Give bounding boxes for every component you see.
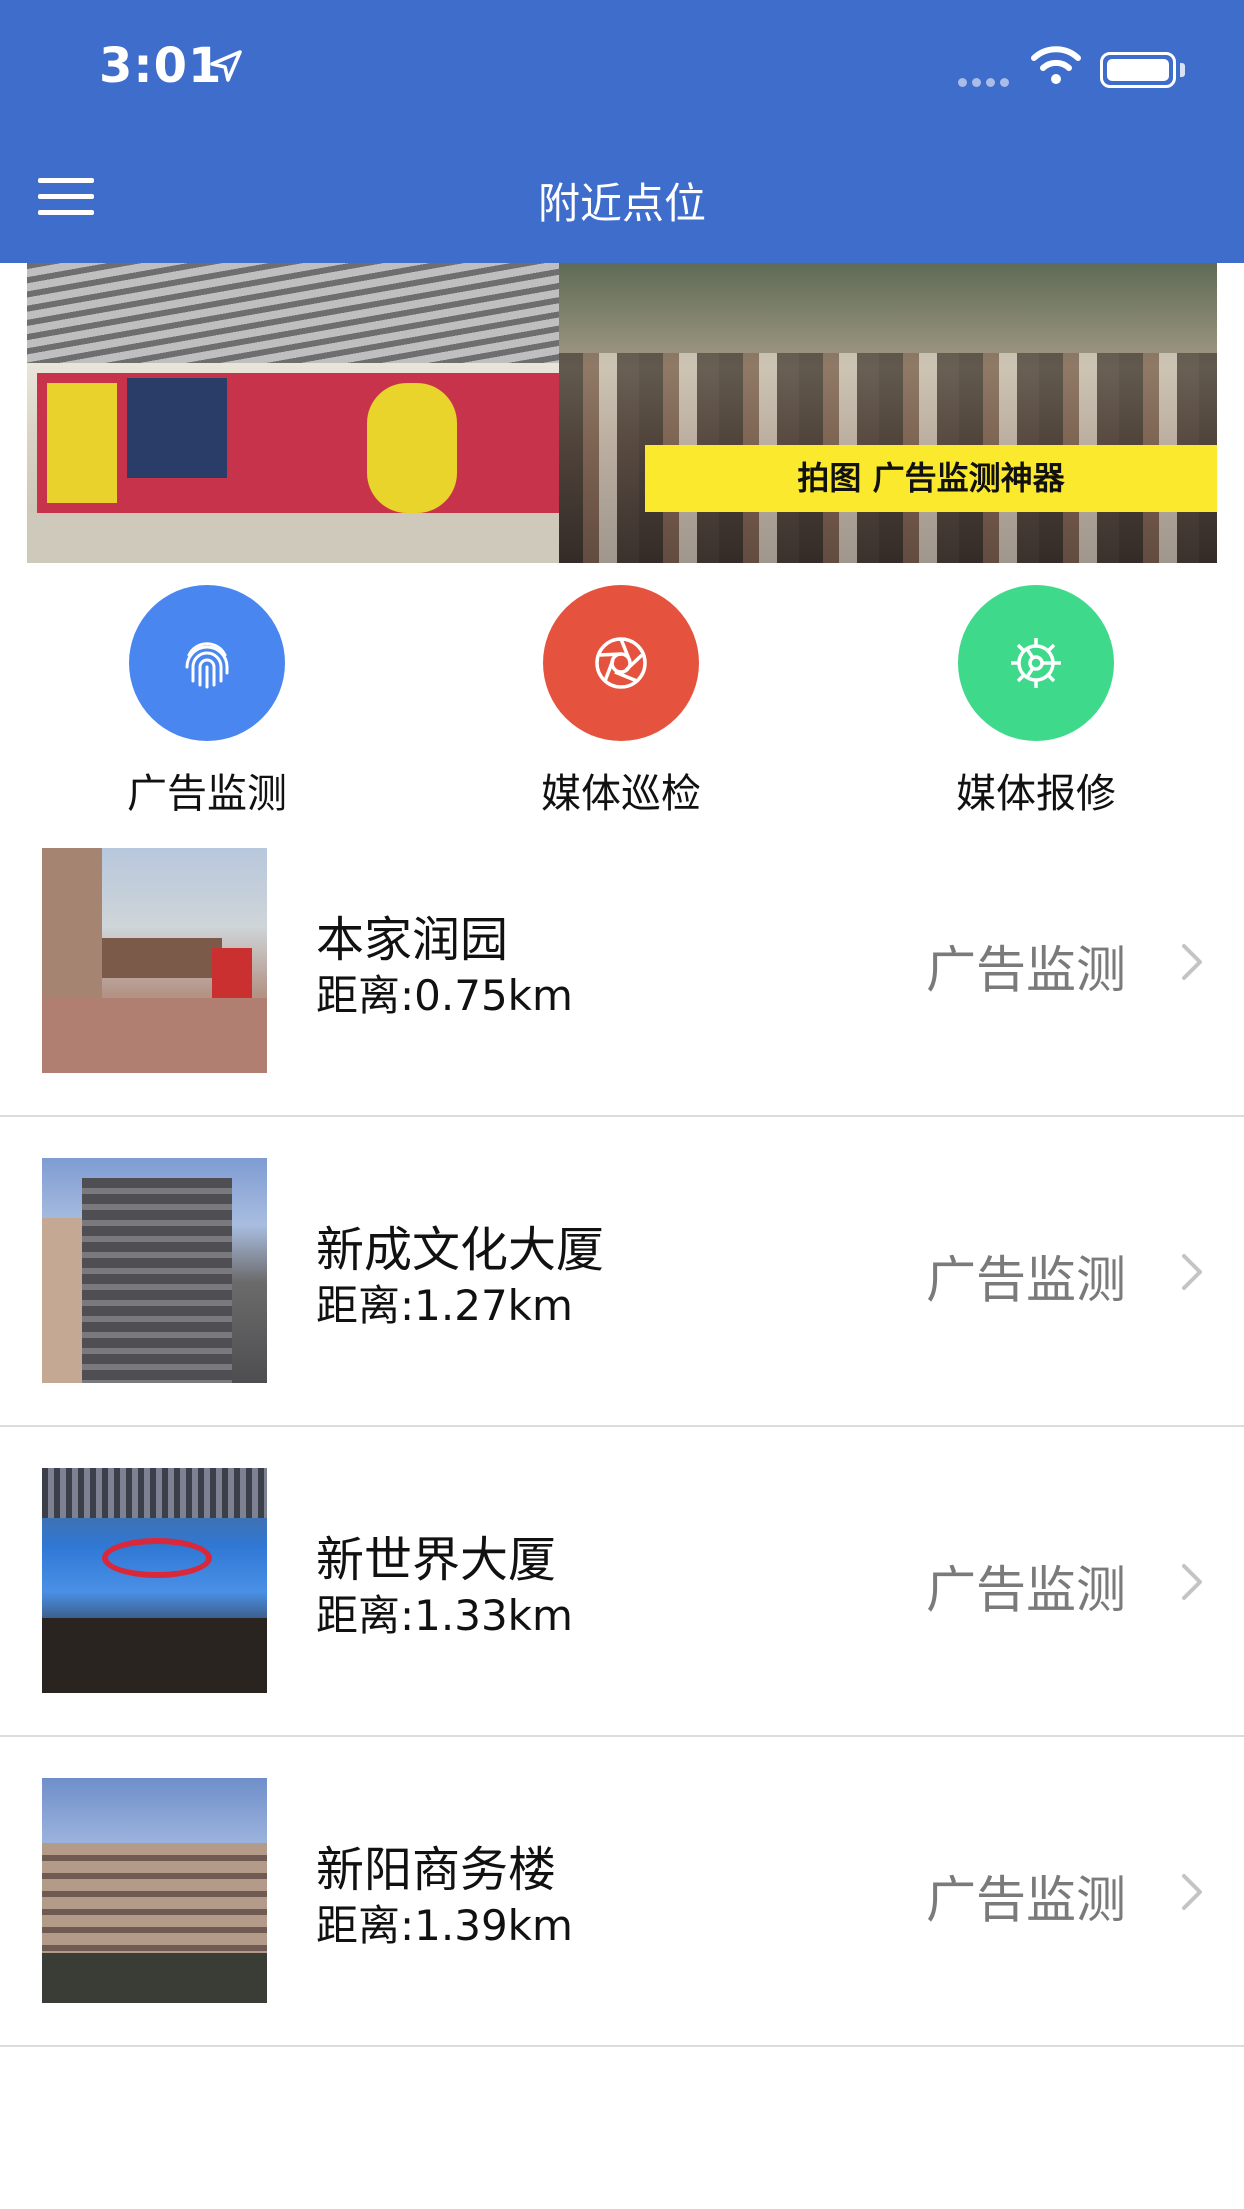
banner-photo-subway-ad bbox=[27, 263, 567, 563]
promo-banner[interactable]: 拍图 广告监测神器 bbox=[27, 263, 1217, 563]
status-time: 3:01 bbox=[99, 38, 223, 94]
location-action-label: 广告监测 bbox=[926, 1871, 1126, 1929]
location-name: 新阳商务楼 bbox=[316, 1842, 557, 1898]
quick-action-circle bbox=[958, 585, 1114, 741]
page-title: 附近点位 bbox=[537, 179, 706, 228]
quick-action-label: 媒体报修 bbox=[956, 771, 1116, 817]
list-item[interactable]: 新成文化大厦 距离:1.27km 广告监测 bbox=[0, 1158, 1244, 1468]
location-name: 新世界大厦 bbox=[316, 1532, 557, 1588]
aperture-icon bbox=[595, 637, 647, 689]
location-distance: 距离:1.33km bbox=[316, 1591, 573, 1640]
top-bar: 3:01 附近点位 bbox=[0, 0, 1244, 263]
quick-action-label: 广告监测 bbox=[127, 771, 287, 817]
gear-icon bbox=[1011, 638, 1061, 688]
list-divider bbox=[0, 1735, 1244, 1737]
chevron-right-icon bbox=[1182, 1254, 1202, 1290]
location-action-label: 广告监测 bbox=[926, 941, 1126, 999]
location-distance: 距离:1.27km bbox=[316, 1281, 573, 1330]
location-distance: 距离:1.39km bbox=[316, 1901, 573, 1950]
location-action-label: 广告监测 bbox=[926, 1251, 1126, 1309]
wifi-icon bbox=[1031, 46, 1081, 84]
list-item[interactable]: 本家润园 距离:0.75km 广告监测 bbox=[0, 848, 1244, 1158]
chevron-right-icon bbox=[1182, 944, 1202, 980]
list-divider bbox=[0, 1425, 1244, 1427]
quick-action-label: 媒体巡检 bbox=[541, 771, 701, 817]
chevron-right-icon bbox=[1182, 1874, 1202, 1910]
location-thumbnail bbox=[42, 848, 267, 1073]
location-name: 新成文化大厦 bbox=[316, 1222, 605, 1278]
location-name: 本家润园 bbox=[316, 912, 509, 968]
location-action-label: 广告监测 bbox=[926, 1561, 1126, 1619]
location-thumbnail bbox=[42, 1158, 267, 1383]
quick-action-media-inspection[interactable]: 媒体巡检 bbox=[471, 585, 771, 819]
quick-action-circle bbox=[543, 585, 699, 741]
battery-tip bbox=[1180, 63, 1185, 77]
list-item[interactable]: 新阳商务楼 距离:1.39km 广告监测 bbox=[0, 1778, 1244, 2088]
banner-slogan: 拍图 广告监测神器 bbox=[797, 459, 1065, 497]
battery-icon bbox=[1100, 52, 1176, 88]
list-divider bbox=[0, 1115, 1244, 1117]
quick-action-media-repair[interactable]: 媒体报修 bbox=[886, 585, 1186, 819]
quick-action-circle bbox=[129, 585, 285, 741]
location-thumbnail bbox=[42, 1468, 267, 1693]
location-thumbnail bbox=[42, 1778, 267, 2003]
list-divider bbox=[0, 2045, 1244, 2047]
list-item[interactable]: 新世界大厦 距离:1.33km 广告监测 bbox=[0, 1468, 1244, 1778]
location-arrow-icon bbox=[210, 50, 242, 82]
chevron-right-icon bbox=[1182, 1564, 1202, 1600]
quick-action-ad-monitor[interactable]: 广告监测 bbox=[57, 585, 357, 819]
location-distance: 距离:0.75km bbox=[316, 971, 573, 1020]
cellular-signal-icon bbox=[958, 72, 1014, 91]
banner-photo-crowd bbox=[559, 263, 1217, 563]
fingerprint-icon bbox=[185, 642, 229, 689]
